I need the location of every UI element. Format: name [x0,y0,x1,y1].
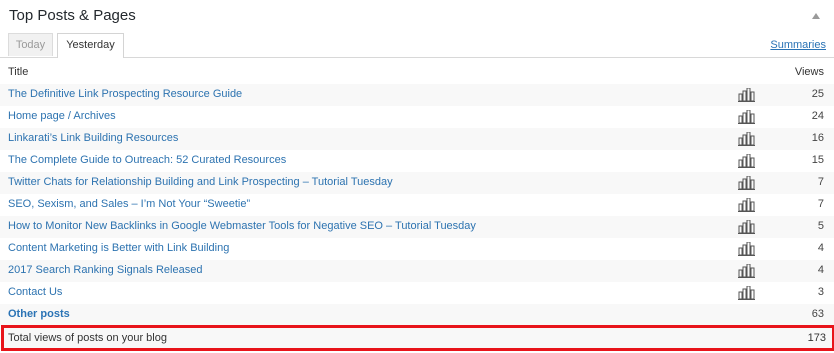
bar-chart-icon[interactable] [738,153,755,168]
table-row: Content Marketing is Better with Link Bu… [0,238,834,260]
post-title-link[interactable]: 2017 Search Ranking Signals Released [8,264,202,276]
bar-chart-icon[interactable] [738,131,755,146]
tab-yesterday[interactable]: Yesterday [57,33,124,58]
bar-chart-icon[interactable] [738,285,755,300]
post-views: 3 [817,286,824,298]
post-views: 16 [811,132,824,144]
post-views: 25 [811,88,824,100]
total-views-value: 173 [807,332,826,344]
post-views: 7 [817,198,824,210]
column-header-views: Views [794,66,824,78]
post-views: 5 [817,220,824,232]
post-title-link[interactable]: Linkarati’s Link Building Resources [8,132,178,144]
post-title-link[interactable]: Contact Us [8,286,62,298]
post-title-link[interactable]: How to Monitor New Backlinks in Google W… [8,220,476,232]
table-row: Home page / Archives 24 [0,106,834,128]
post-views: 15 [811,154,824,166]
table-header: Title Views [0,62,834,84]
posts-list: The Definitive Link Prospecting Resource… [0,84,834,326]
bar-chart-icon[interactable] [738,109,755,124]
table-row: Contact Us 3 [0,282,834,304]
table-row: How to Monitor New Backlinks in Google W… [0,216,834,238]
post-views: 7 [817,176,824,188]
post-views: 4 [817,242,824,254]
table-row: The Definitive Link Prospecting Resource… [0,84,834,106]
table-row: Linkarati’s Link Building Resources 16 [0,128,834,150]
post-views: 24 [811,110,824,122]
widget-title: Top Posts & Pages [9,7,136,24]
summaries-link[interactable]: Summaries [770,39,826,51]
table-row: Twitter Chats for Relationship Building … [0,172,834,194]
bar-chart-icon[interactable] [738,219,755,234]
top-posts-widget: Top Posts & Pages Today Yesterday Summar… [0,0,834,353]
post-views: 4 [817,264,824,276]
tabs-bar: Today Yesterday Summaries [0,33,834,58]
total-views-label: Total views of posts on your blog [8,332,167,344]
table-row: SEO, Sexism, and Sales – I’m Not Your “S… [0,194,834,216]
post-title-link[interactable]: Twitter Chats for Relationship Building … [8,176,393,188]
column-header-title: Title [8,66,29,78]
bar-chart-icon[interactable] [738,197,755,212]
post-title-link[interactable]: SEO, Sexism, and Sales – I’m Not Your “S… [8,198,250,210]
tab-today[interactable]: Today [8,33,53,56]
post-title-link[interactable]: Home page / Archives [8,110,116,122]
other-posts-row: Other posts 63 [0,304,834,326]
post-title-link[interactable]: The Complete Guide to Outreach: 52 Curat… [8,154,286,166]
widget-header: Top Posts & Pages [0,0,834,33]
other-posts-link[interactable]: Other posts [8,308,70,320]
bar-chart-icon[interactable] [738,263,755,278]
post-title-link[interactable]: The Definitive Link Prospecting Resource… [8,88,242,100]
total-views-row: Total views of posts on your blog 173 [1,325,834,351]
bar-chart-icon[interactable] [738,175,755,190]
bar-chart-icon[interactable] [738,241,755,256]
other-posts-views: 63 [811,308,824,320]
bar-chart-icon[interactable] [738,87,755,102]
table-row: 2017 Search Ranking Signals Released 4 [0,260,834,282]
triangle-up-icon[interactable] [812,13,820,19]
table-row: The Complete Guide to Outreach: 52 Curat… [0,150,834,172]
post-title-link[interactable]: Content Marketing is Better with Link Bu… [8,242,229,254]
